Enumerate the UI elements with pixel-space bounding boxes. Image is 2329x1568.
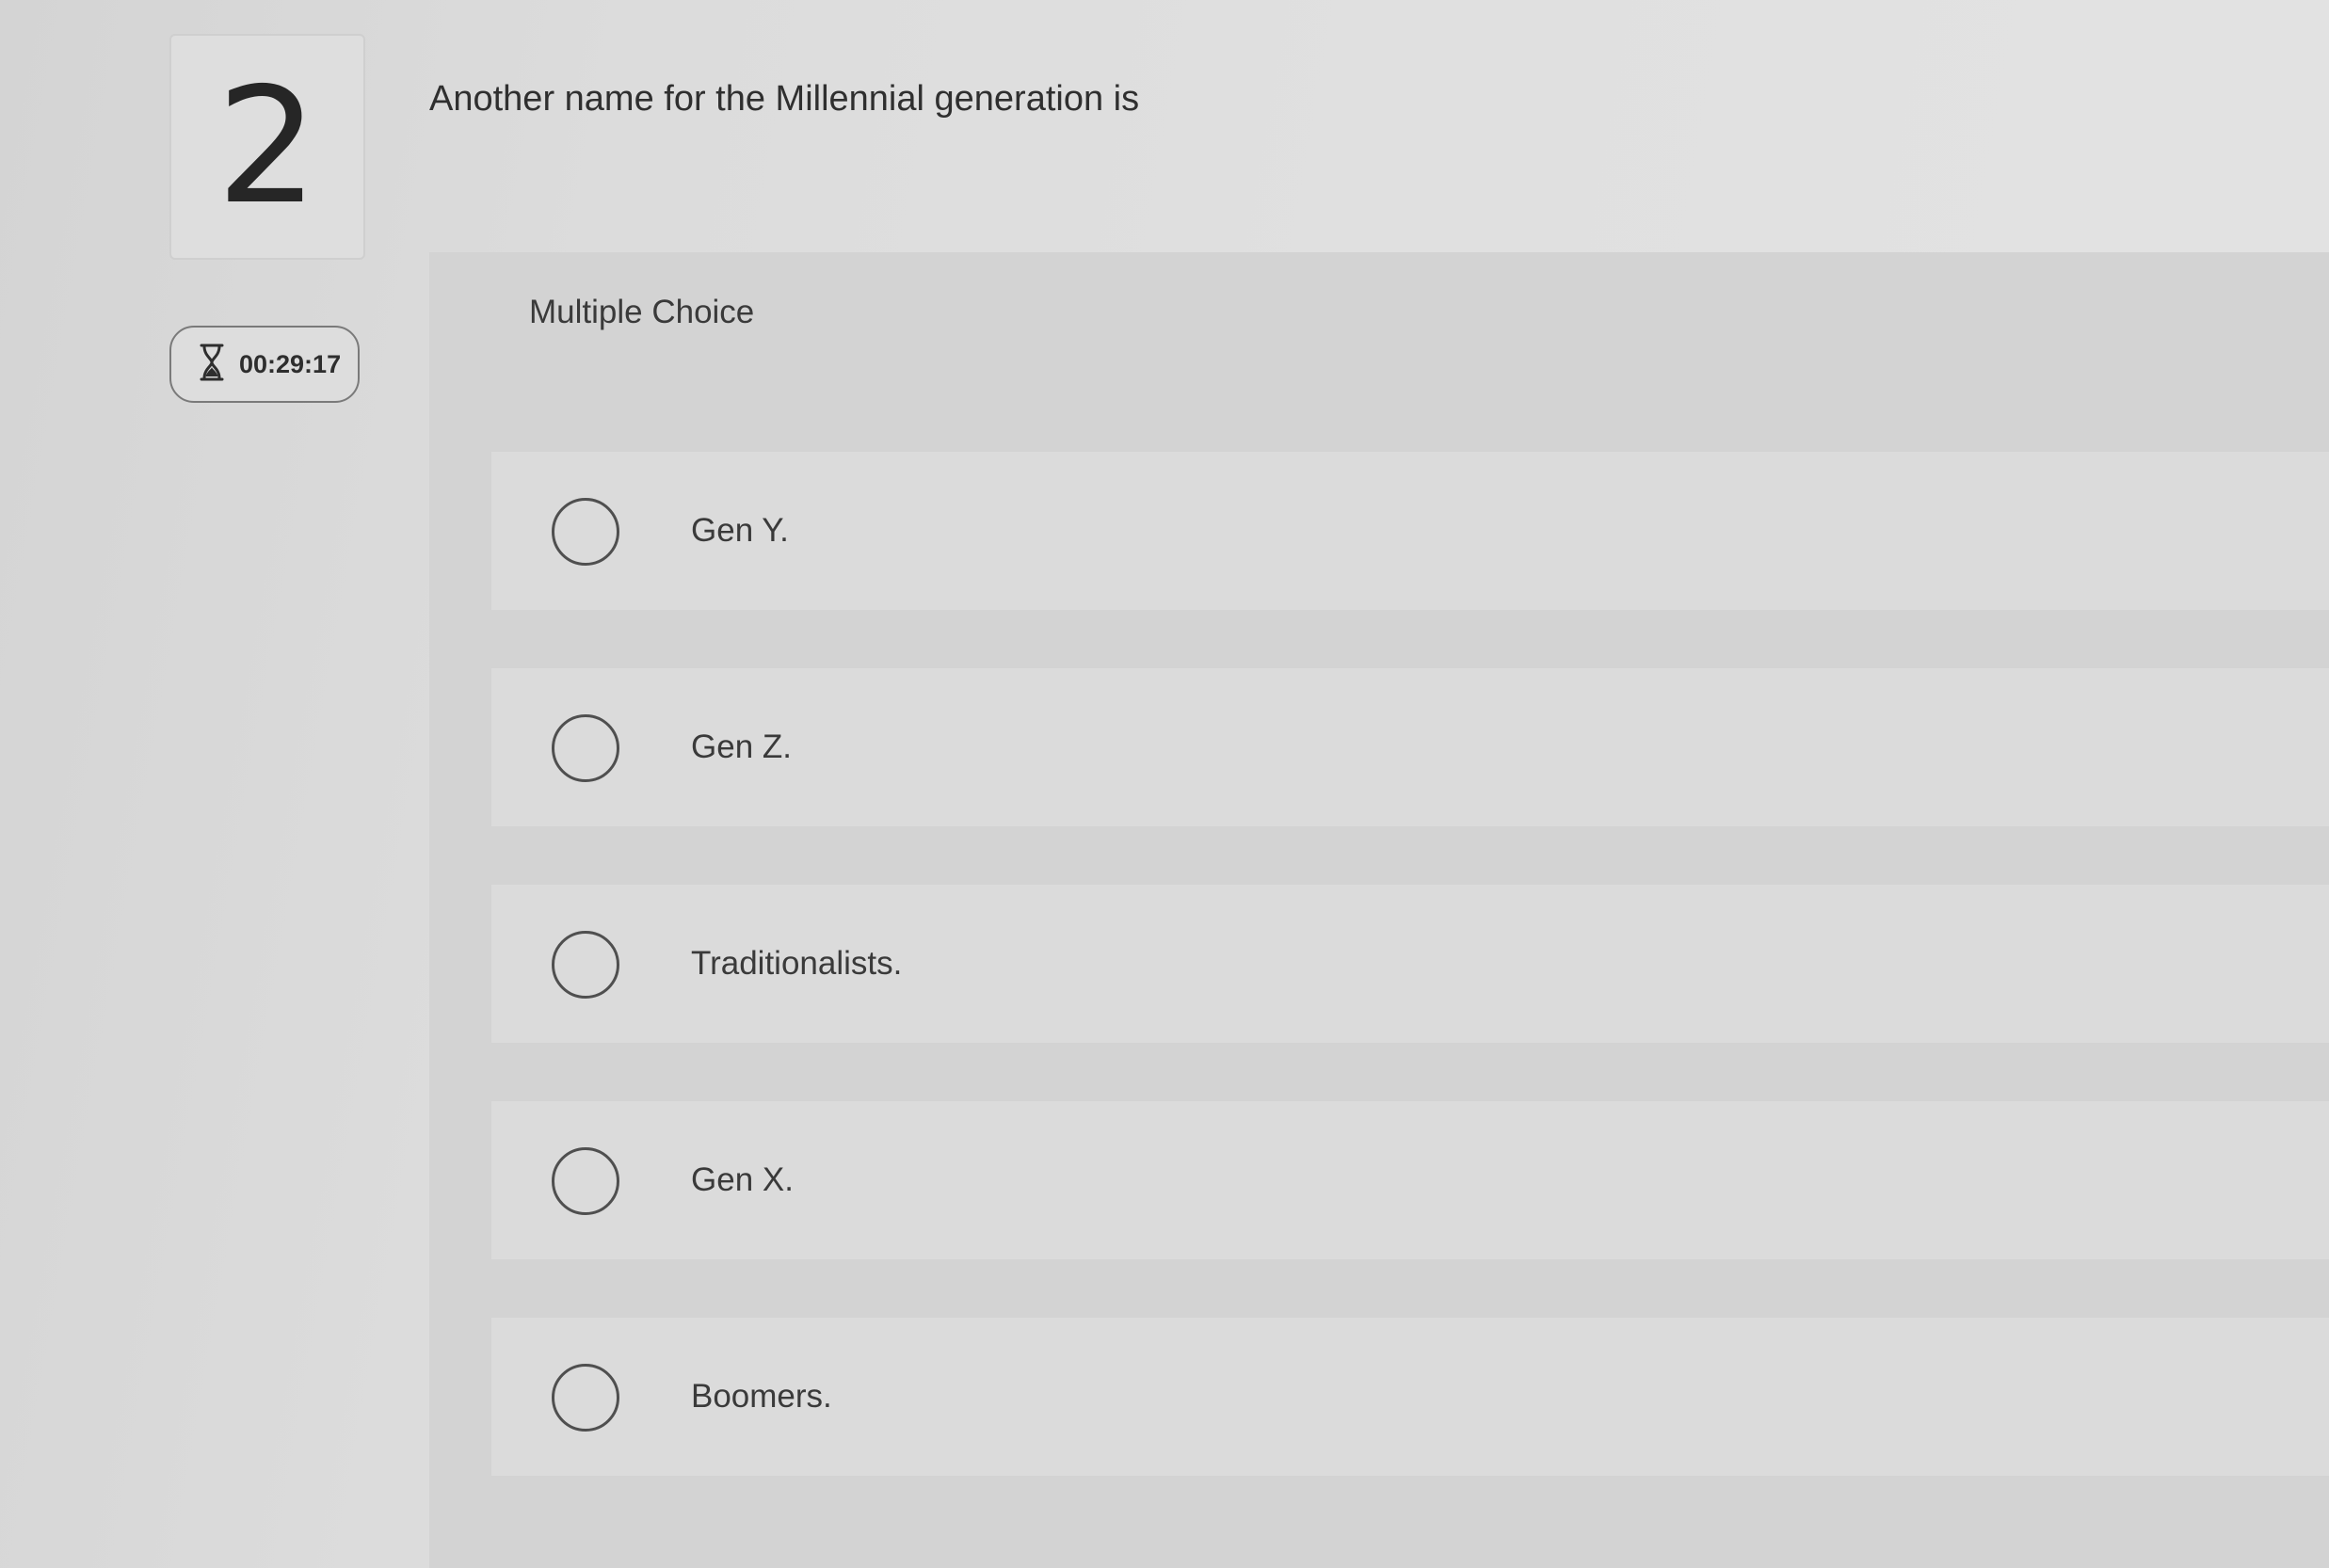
- options-list: Gen Y. Gen Z. Traditionalists. Gen X. Bo…: [491, 452, 2329, 1534]
- radio-button[interactable]: [552, 931, 619, 999]
- answer-panel: Multiple Choice Gen Y. Gen Z. Traditiona…: [429, 252, 2329, 1568]
- hourglass-icon: [198, 343, 226, 387]
- question-number-box: 2: [169, 34, 365, 260]
- option-label: Gen Z.: [691, 728, 792, 765]
- option-label: Gen Y.: [691, 512, 789, 549]
- timer-badge[interactable]: 00:29:17: [169, 326, 360, 403]
- option-gen-x[interactable]: Gen X.: [491, 1101, 2329, 1259]
- radio-button[interactable]: [552, 1364, 619, 1432]
- radio-button[interactable]: [552, 1147, 619, 1215]
- radio-button[interactable]: [552, 714, 619, 782]
- option-label: Traditionalists.: [691, 945, 903, 982]
- option-boomers[interactable]: Boomers.: [491, 1318, 2329, 1476]
- option-label: Gen X.: [691, 1161, 794, 1198]
- question-text: Another name for the Millennial generati…: [429, 79, 1140, 119]
- question-type-label: Multiple Choice: [529, 294, 755, 330]
- timer-value: 00:29:17: [239, 349, 342, 378]
- radio-button[interactable]: [552, 498, 619, 566]
- option-gen-y[interactable]: Gen Y.: [491, 452, 2329, 610]
- option-gen-z[interactable]: Gen Z.: [491, 668, 2329, 826]
- question-number: 2: [216, 54, 319, 240]
- option-label: Boomers.: [691, 1378, 832, 1415]
- quiz-page: 2 00:29:17 Another name for the Millenni…: [0, 0, 2329, 1568]
- option-traditionalists[interactable]: Traditionalists.: [491, 885, 2329, 1043]
